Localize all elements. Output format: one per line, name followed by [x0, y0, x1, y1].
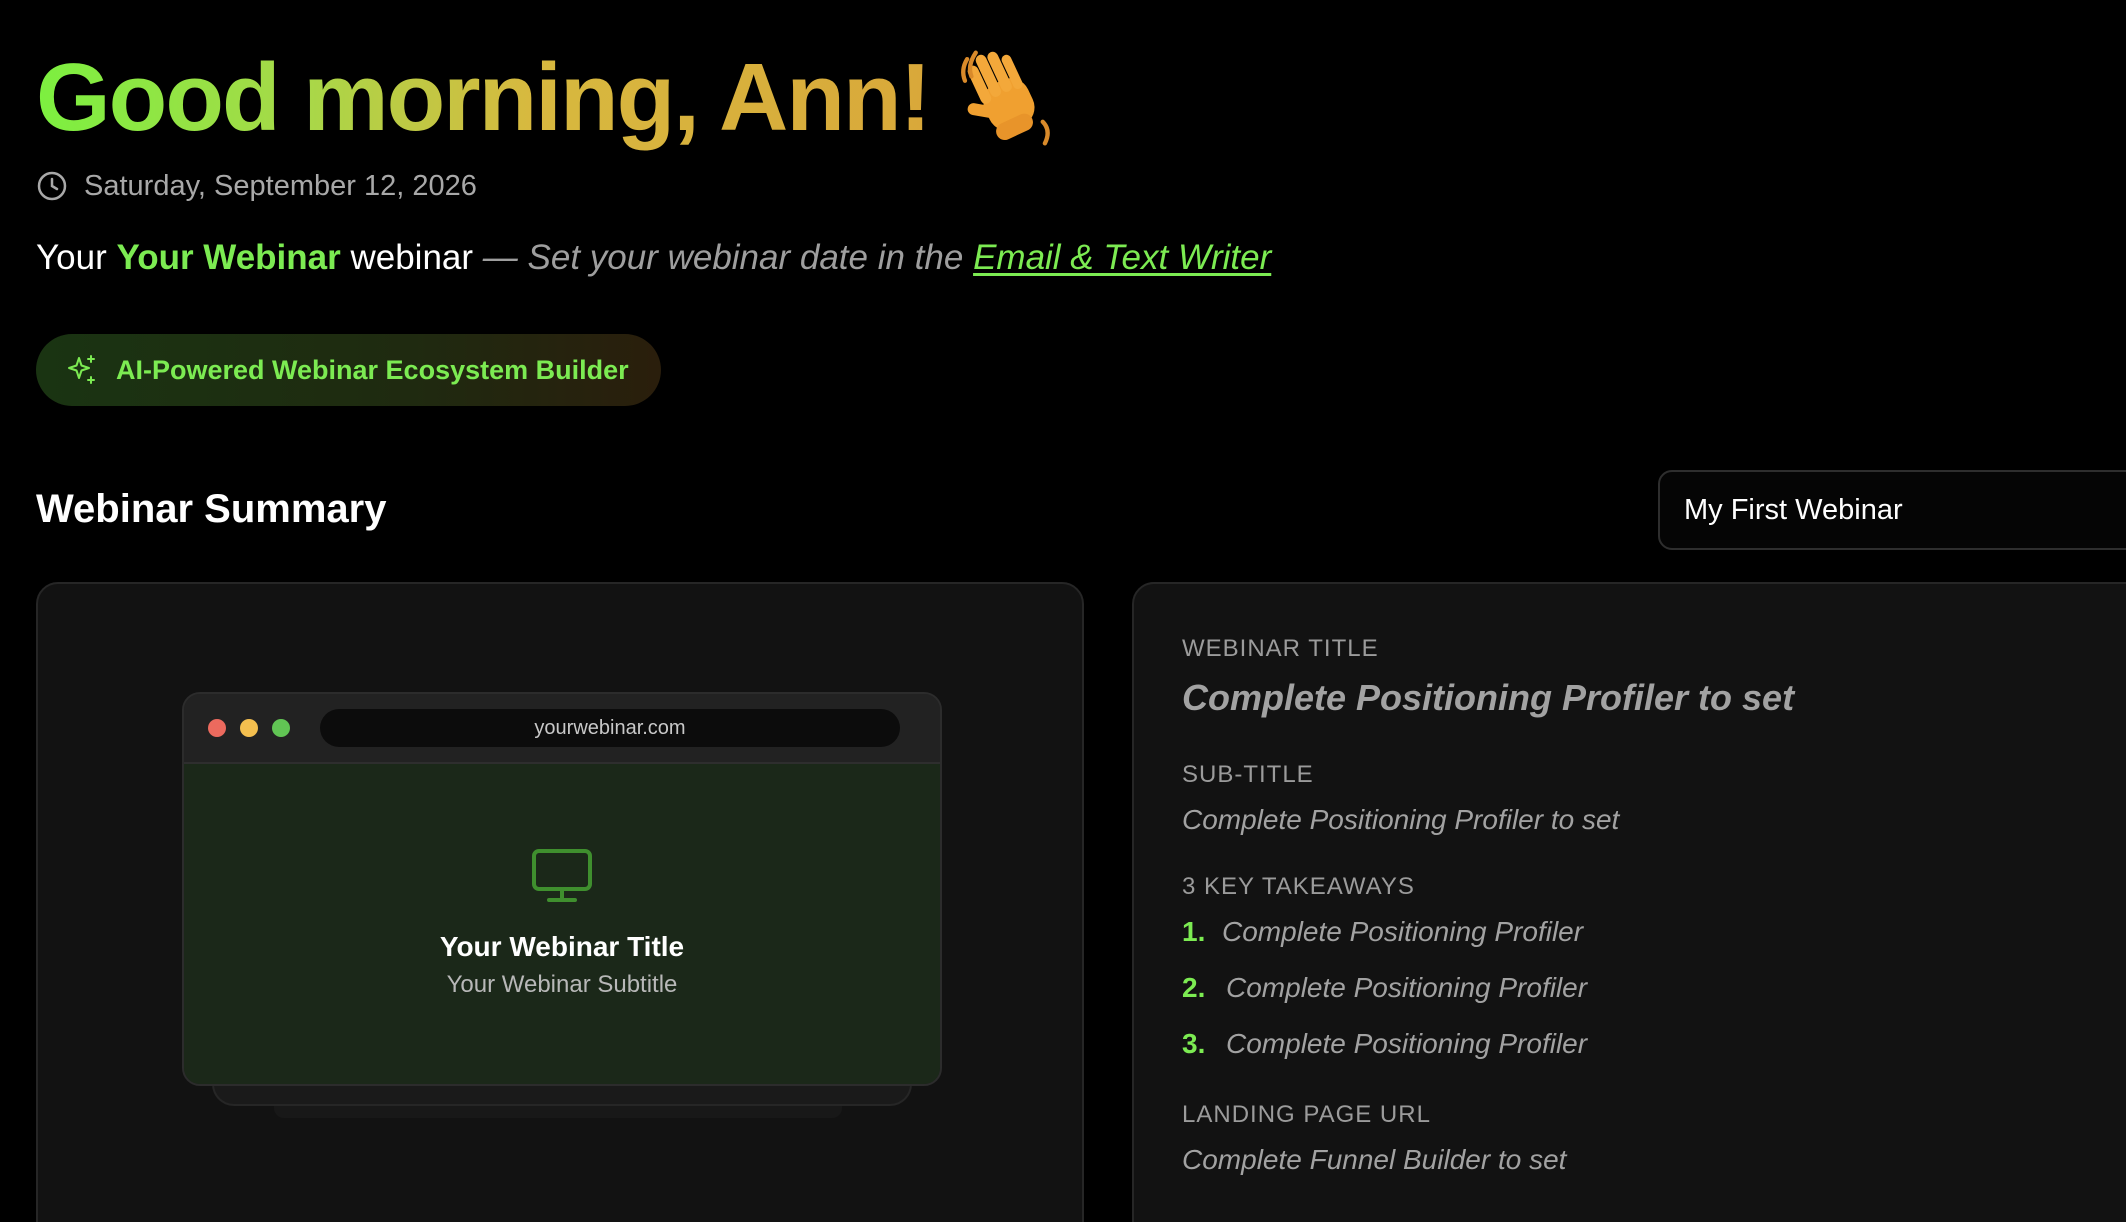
intro-hint: — Set your webinar date in the [482, 238, 974, 277]
clock-icon [37, 171, 67, 201]
greeting-text: Good morning, Ann! [36, 38, 932, 158]
webinar-summary-title: Webinar Summary [36, 487, 387, 531]
webinar-preview-card: yourwebinar.com Your Webinar Title Your … [36, 582, 1084, 1222]
sparkle-icon [68, 355, 95, 384]
preview-webinar-subtitle: Your Webinar Subtitle [446, 971, 678, 998]
webinar-intro-line: Your Your Webinar webinar — Set your web… [36, 236, 1271, 280]
takeaways-label: 3 KEY TAKEAWAYS [1182, 873, 1415, 900]
takeaway-item: 3. Complete Positioning Profiler [1182, 1026, 1587, 1062]
webinar-details-card: WEBINAR TITLE Complete Positioning Profi… [1132, 582, 2126, 1222]
webinar-title-label: WEBINAR TITLE [1182, 635, 1379, 662]
window-maximize-dot [272, 719, 290, 737]
browser-mockup: yourwebinar.com Your Webinar Title Your … [182, 692, 942, 1086]
webinar-name: Your Webinar [116, 238, 341, 277]
webinar-title-value: Complete Positioning Profiler to set [1182, 677, 1795, 718]
takeaway-text: Complete Positioning Profiler [1226, 972, 1588, 1003]
webinar-select-value: My First Webinar [1684, 493, 1903, 526]
subtitle-value: Complete Positioning Profiler to set [1182, 804, 1620, 835]
takeaway-item: 1. Complete Positioning Profiler [1182, 914, 1583, 950]
webinar-select[interactable]: My First Webinar [1658, 470, 2126, 550]
preview-url: yourwebinar.com [534, 716, 686, 739]
takeaway-text: Complete Positioning Profiler [1226, 1028, 1588, 1059]
ai-builder-button[interactable]: AI-Powered Webinar Ecosystem Builder [36, 334, 661, 406]
monitor-icon [532, 849, 592, 902]
takeaway-number: 3. [1182, 1028, 1206, 1059]
intro-prefix: Your [36, 238, 117, 277]
preview-webinar-title: Your Webinar Title [439, 931, 685, 962]
waving-hand-icon [960, 50, 1050, 146]
ai-builder-label: AI-Powered Webinar Ecosystem Builder [116, 354, 629, 385]
browser-toolbar: yourwebinar.com [184, 694, 940, 764]
landing-page-value: Complete Funnel Builder to set [1182, 1144, 1567, 1175]
landing-page-label: LANDING PAGE URL [1182, 1101, 1431, 1128]
takeaway-number: 2. [1182, 972, 1206, 1003]
email-text-writer-link[interactable]: Email & Text Writer [973, 238, 1271, 277]
laptop-shadow [274, 1106, 842, 1118]
intro-suffix: webinar [340, 238, 483, 277]
window-minimize-dot [240, 719, 258, 737]
url-bar: yourwebinar.com [320, 709, 900, 747]
takeaway-item: 2. Complete Positioning Profiler [1182, 970, 1587, 1006]
current-date: Saturday, September 12, 2026 [84, 170, 477, 202]
window-close-dot [208, 719, 226, 737]
date-row: Saturday, September 12, 2026 [36, 168, 477, 204]
browser-content: Your Webinar Title Your Webinar Subtitle [184, 764, 940, 1084]
dashboard-page: Good morning, Ann! Saturday, September 1… [0, 0, 2126, 1222]
takeaway-number: 1. [1182, 916, 1206, 947]
subtitle-label: SUB-TITLE [1182, 761, 1314, 788]
takeaway-text: Complete Positioning Profiler [1222, 916, 1584, 947]
greeting-header: Good morning, Ann! [36, 38, 1060, 158]
